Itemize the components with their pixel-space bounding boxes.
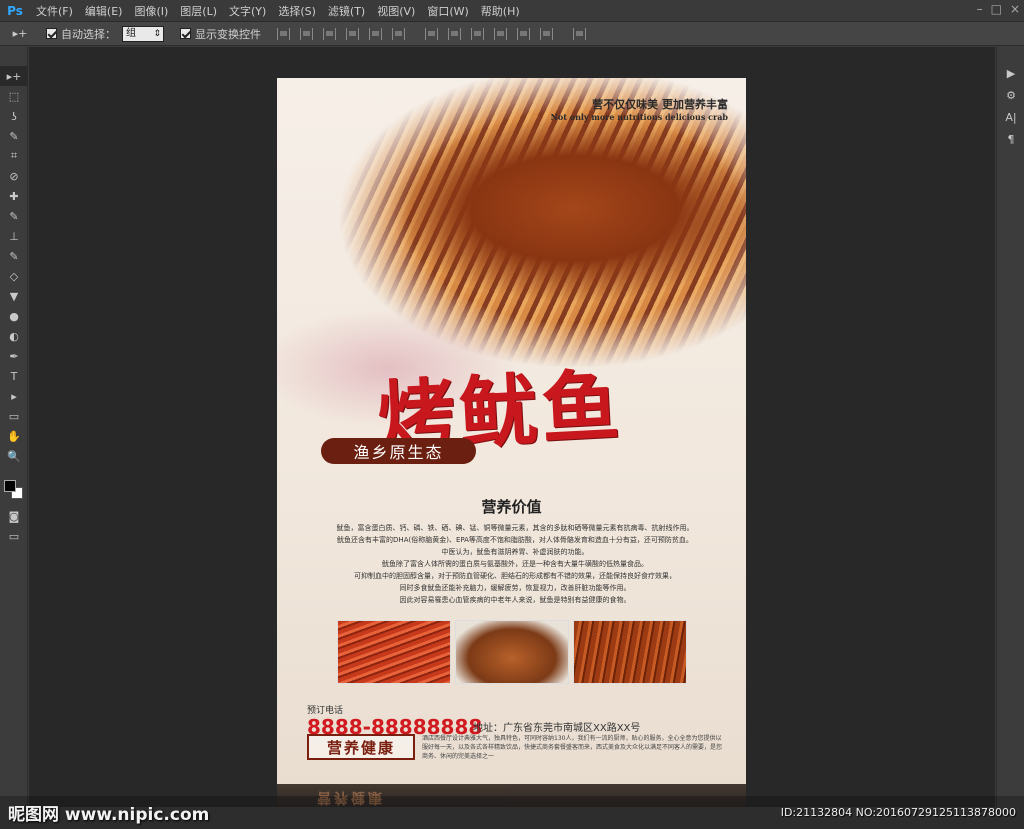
options-bar: ▸+ 自动选择： 组 显示变换控件	[0, 22, 1024, 46]
app-logo: Ps	[7, 3, 23, 18]
show-transform-label: 显示变换控件	[195, 27, 261, 41]
menu-help[interactable]: 帮助(H)	[475, 3, 526, 19]
rectangle-tool-icon[interactable]: ▭	[0, 406, 28, 426]
watermark-id: ID:21132804 NO:20160729125113878000	[780, 806, 1016, 819]
align-right-icon[interactable]	[392, 27, 405, 40]
marquee-tool-icon[interactable]: ⬚	[0, 86, 28, 106]
health-box: 营养健康	[307, 734, 415, 760]
body-line: 同时多食鱿鱼还能补充脑力，缓解疲劳，恢复视力，改善肝脏功能等作用。	[399, 584, 631, 592]
align-top-icon[interactable]	[277, 27, 290, 40]
body-line: 因此对容易罹患心血管疾病的中老年人来说，鱿鱼是特别有益健康的食物。	[399, 596, 631, 604]
menu-type[interactable]: 文字(Y)	[223, 3, 272, 19]
menu-file[interactable]: 文件(F)	[30, 3, 79, 19]
distribute-bottom-icon[interactable]	[471, 27, 484, 40]
slogan-chinese: 营不仅仅味美 更加营养丰富	[592, 98, 728, 111]
clone-stamp-tool-icon[interactable]: ⊥	[0, 226, 28, 246]
menu-bar: Ps 文件(F) 编辑(E) 图像(I) 图层(L) 文字(Y) 选择(S) 滤…	[0, 0, 1024, 22]
maximize-icon[interactable]: □	[991, 2, 1002, 16]
tools-panel: ▸+ ⬚ ʖ ✎ ⌗ ⊘ ✚ ✎ ⊥ ✎ ◇ ▼ ● ◐ ✒ T ▸ ▭ ✋ 🔍…	[0, 46, 28, 806]
auto-align-icon[interactable]	[573, 27, 586, 40]
eyedropper-tool-icon[interactable]: ⊘	[0, 166, 28, 186]
section-title: 营养价值	[481, 498, 542, 516]
body-line: 可抑制血中的胆固醇含量，对于预防血管硬化、胆结石的形成都有不错的效果，还能保持良…	[354, 572, 676, 580]
move-tool-preset-icon[interactable]: ▸+	[0, 27, 40, 40]
photoshop-window: Ps 文件(F) 编辑(E) 图像(I) 图层(L) 文字(Y) 选择(S) 滤…	[0, 0, 1024, 829]
auto-select-label: 自动选择：	[61, 27, 116, 41]
auto-select-checkbox[interactable]	[46, 28, 57, 39]
show-transform-checkbox[interactable]	[180, 28, 191, 39]
nutrition-body: 鱿鱼，富含蛋白质、钙、磷、铁、硒、碘、锰、铜等微量元素，其含的多肽和硒等微量元素…	[313, 522, 717, 606]
minimize-icon[interactable]: –	[977, 2, 983, 16]
menu-filter[interactable]: 滤镜(T)	[322, 3, 371, 19]
align-vcenter-icon[interactable]	[300, 27, 313, 40]
menu-edit[interactable]: 编辑(E)	[79, 3, 129, 19]
character-panel-icon[interactable]: A|	[997, 106, 1024, 128]
history-brush-tool-icon[interactable]: ✎	[0, 246, 28, 266]
food-photo-3	[573, 620, 687, 684]
eraser-tool-icon[interactable]: ◇	[0, 266, 28, 286]
menu-window[interactable]: 窗口(W)	[421, 3, 474, 19]
align-left-icon[interactable]	[346, 27, 359, 40]
fine-print: 酒店西餐厅设计典雅大气，独具特色，可同时容纳130人，我们有一流的厨师，贴心的服…	[422, 735, 723, 760]
play-action-icon[interactable]: ▶	[997, 62, 1024, 84]
quick-mask-icon[interactable]: ◙	[0, 506, 28, 526]
align-hcenter-icon[interactable]	[369, 27, 382, 40]
distribute-vcenter-icon[interactable]	[448, 27, 461, 40]
quick-select-tool-icon[interactable]: ✎	[0, 126, 28, 146]
close-icon[interactable]: ×	[1010, 2, 1020, 16]
distribute-hcenter-icon[interactable]	[517, 27, 530, 40]
move-tool-icon[interactable]: ▸+	[0, 66, 28, 86]
origin-badge: 渔乡原生态	[321, 438, 476, 464]
menu-layer[interactable]: 图层(L)	[174, 3, 223, 19]
adjustments-icon[interactable]: ⚙	[997, 84, 1024, 106]
auto-select-dropdown[interactable]: 组	[122, 25, 164, 42]
food-photo-1	[337, 620, 451, 684]
blur-tool-icon[interactable]: ●	[0, 306, 28, 326]
align-bottom-icon[interactable]	[323, 27, 336, 40]
align-icons-group	[277, 27, 586, 40]
distribute-left-icon[interactable]	[494, 27, 507, 40]
window-controls: – □ ×	[977, 2, 1020, 16]
photo-strip	[337, 620, 687, 684]
food-photo-2	[455, 620, 569, 684]
slogan-english: Not only more nutritious delicious crab	[550, 112, 728, 122]
healing-brush-tool-icon[interactable]: ✚	[0, 186, 28, 206]
path-select-tool-icon[interactable]: ▸	[0, 386, 28, 406]
right-panel-dock: ▶ ⚙ A| ¶	[996, 46, 1024, 806]
paragraph-panel-icon[interactable]: ¶	[997, 128, 1024, 150]
type-tool-icon[interactable]: T	[0, 366, 28, 386]
distribute-right-icon[interactable]	[540, 27, 553, 40]
lasso-tool-icon[interactable]: ʖ	[0, 106, 28, 126]
body-line: 鱿鱼还含有丰富的DHA(俗称脑黄金)、EPA等高度不饱和脂肪酸，对人体骨骼发育和…	[337, 536, 693, 544]
body-line: 中医认为，鱿鱼有滋阴养胃、补虚润肤的功能。	[441, 548, 589, 556]
dodge-tool-icon[interactable]: ◐	[0, 326, 28, 346]
screen-mode-icon[interactable]: ▭	[0, 526, 28, 546]
body-line: 鱿鱼，富含蛋白质、钙、磷、铁、硒、碘、锰、铜等微量元素，其含的多肽和硒等微量元素…	[336, 524, 694, 532]
distribute-top-icon[interactable]	[425, 27, 438, 40]
menu-view[interactable]: 视图(V)	[371, 3, 421, 19]
paint-bucket-tool-icon[interactable]: ▼	[0, 286, 28, 306]
menu-image[interactable]: 图像(I)	[128, 3, 174, 19]
address: 地址：广东省东莞市南城区XX路XX号	[473, 723, 641, 734]
body-line: 鱿鱼除了富含人体所需的蛋白质与氨基酸外，还是一种含有大量牛磺酸的低热量食品。	[382, 560, 648, 568]
document-canvas[interactable]: 营不仅仅味美 更加营养丰富 Not only more nutritious d…	[277, 78, 746, 784]
watermark-logo: 昵图网 www.nipic.com	[8, 805, 210, 825]
pen-tool-icon[interactable]: ✒	[0, 346, 28, 366]
menu-select[interactable]: 选择(S)	[272, 3, 322, 19]
zoom-tool-icon[interactable]: 🔍	[0, 446, 28, 466]
brush-tool-icon[interactable]: ✎	[0, 206, 28, 226]
crop-tool-icon[interactable]: ⌗	[0, 146, 28, 166]
foreground-color-swatch[interactable]	[4, 480, 16, 492]
hand-tool-icon[interactable]: ✋	[0, 426, 28, 446]
